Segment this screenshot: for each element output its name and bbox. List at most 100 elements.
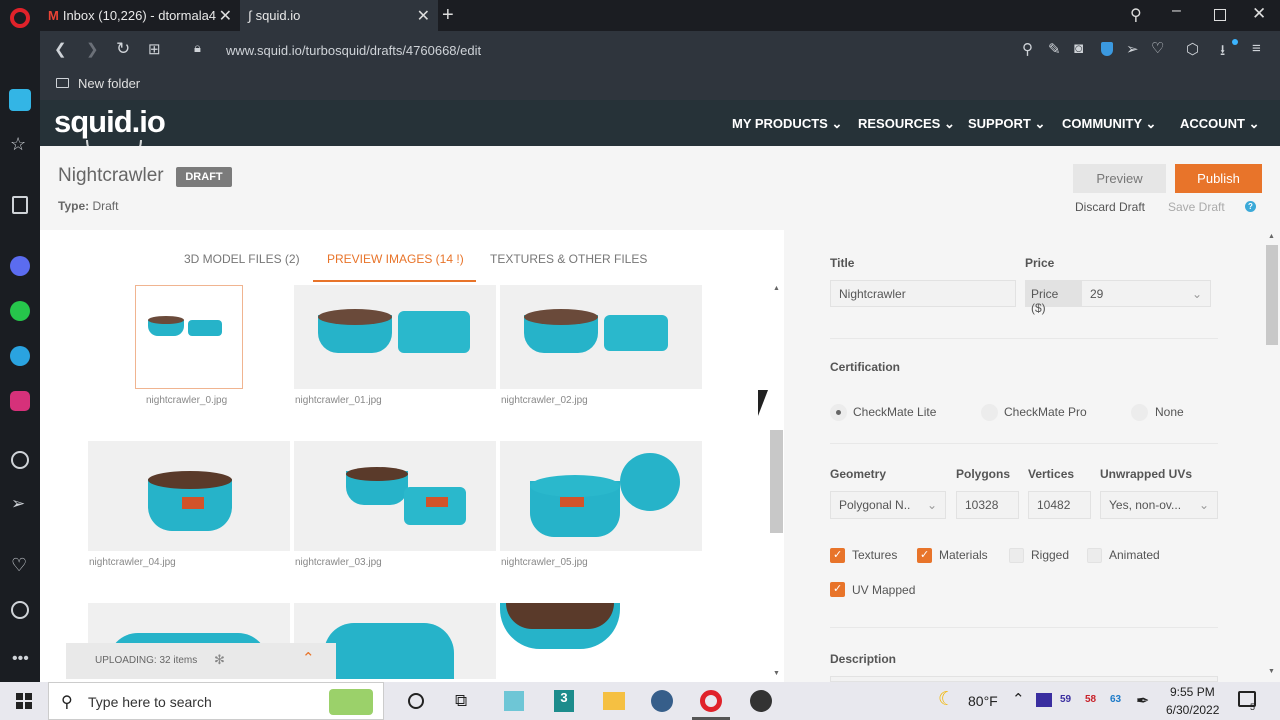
discard-draft-link[interactable]: Discard Draft bbox=[1075, 200, 1145, 214]
thumbnail[interactable] bbox=[88, 441, 290, 551]
title-input[interactable]: Nightcrawler bbox=[830, 280, 1016, 307]
nav-support[interactable]: SUPPORT ⌄ bbox=[968, 116, 1045, 132]
player-icon[interactable] bbox=[11, 451, 29, 469]
preview-button[interactable]: Preview bbox=[1073, 164, 1166, 193]
uploading-toast[interactable]: UPLOADING: 32 items ✻ ⌃ bbox=[66, 643, 336, 679]
app-photo-icon[interactable] bbox=[651, 690, 673, 712]
messenger-icon[interactable] bbox=[10, 256, 30, 276]
thumbnail[interactable] bbox=[294, 285, 496, 389]
thumbnail[interactable] bbox=[135, 285, 243, 389]
download-icon[interactable]: ⭳ bbox=[1220, 40, 1225, 65]
cortana-icon[interactable] bbox=[408, 693, 424, 709]
tab-gmail[interactable]: M Inbox (10,226) - dtormala4 ✕ bbox=[40, 0, 240, 31]
tab-preview-images[interactable]: PREVIEW IMAGES (14 !) bbox=[327, 252, 464, 266]
home-icon[interactable] bbox=[9, 89, 31, 111]
gmail-icon: M bbox=[48, 8, 59, 23]
radio-checkmate-pro[interactable] bbox=[981, 404, 998, 421]
task-view-icon[interactable]: ⧉ bbox=[455, 691, 467, 711]
thumbnail[interactable] bbox=[500, 285, 702, 389]
mouse-cursor-icon bbox=[758, 390, 768, 416]
weather-text[interactable]: 80°F bbox=[968, 693, 998, 709]
nav-community[interactable]: COMMUNITY ⌄ bbox=[1062, 116, 1156, 132]
app-3d-icon[interactable] bbox=[504, 691, 524, 711]
site-logo[interactable]: squid.io bbox=[54, 104, 166, 140]
opera-taskbar-icon[interactable] bbox=[700, 690, 722, 712]
thumbnail[interactable] bbox=[294, 441, 496, 551]
app-3dsmax-icon[interactable]: 3 bbox=[554, 690, 574, 712]
close-tab-icon[interactable]: ✕ bbox=[417, 6, 430, 26]
search-tabs-icon[interactable]: ⚲ bbox=[1130, 5, 1142, 25]
close-window-icon[interactable]: ✕ bbox=[1252, 4, 1266, 24]
tray-app-icon[interactable] bbox=[1036, 693, 1052, 707]
tab-textures[interactable]: TEXTURES & OTHER FILES bbox=[490, 252, 647, 266]
uvs-select[interactable]: Yes, non-ov... ⌄ bbox=[1100, 491, 1218, 519]
geometry-select[interactable]: Polygonal N.. ⌄ bbox=[830, 491, 946, 519]
scrollbar-thumb[interactable] bbox=[770, 430, 783, 533]
price-select[interactable]: 29 ⌄ bbox=[1081, 280, 1211, 307]
back-icon[interactable]: ❮ bbox=[54, 40, 67, 58]
file-explorer-icon[interactable] bbox=[603, 692, 625, 710]
thumbnail[interactable] bbox=[500, 441, 702, 551]
new-tab-icon[interactable]: + bbox=[442, 4, 454, 27]
shield-icon[interactable] bbox=[1101, 42, 1113, 56]
whatsapp-icon[interactable] bbox=[10, 301, 30, 321]
windows-start-icon[interactable] bbox=[16, 693, 32, 709]
camera-icon[interactable]: ◙ bbox=[1074, 40, 1083, 57]
heart-icon[interactable]: ♡ bbox=[11, 555, 27, 576]
checkbox-label: Rigged bbox=[1031, 548, 1070, 562]
materials-checkbox[interactable] bbox=[917, 548, 932, 563]
vertices-input[interactable]: 10482 bbox=[1028, 491, 1091, 519]
animated-checkbox[interactable] bbox=[1087, 548, 1102, 563]
edit-icon[interactable]: ✎ bbox=[1048, 40, 1061, 58]
thumbnail[interactable] bbox=[500, 603, 702, 679]
menu-icon[interactable]: ≡ bbox=[1252, 40, 1261, 57]
clock-date[interactable]: 6/30/2022 bbox=[1166, 703, 1219, 717]
nav-resources[interactable]: RESOURCES ⌄ bbox=[858, 116, 955, 132]
clock-time[interactable]: 9:55 PM bbox=[1170, 685, 1215, 699]
pen-icon[interactable]: ✒ bbox=[1136, 691, 1149, 711]
more-icon[interactable]: ••• bbox=[12, 650, 29, 668]
nav-account[interactable]: ACCOUNT ⌄ bbox=[1180, 116, 1260, 132]
reload-icon[interactable]: ↻ bbox=[116, 39, 130, 59]
nav-my-products[interactable]: MY PRODUCTS ⌄ bbox=[732, 116, 842, 132]
instagram-icon[interactable] bbox=[10, 391, 30, 411]
polygons-input[interactable]: 10328 bbox=[956, 491, 1019, 519]
bag-icon[interactable] bbox=[12, 196, 28, 214]
price-value: 29 bbox=[1090, 287, 1104, 301]
save-draft-link[interactable]: Save Draft bbox=[1168, 200, 1225, 214]
close-tab-icon[interactable]: ✕ bbox=[219, 6, 232, 26]
taskbar-search-box[interactable]: ⚲ Type here to search bbox=[48, 682, 384, 720]
opera-logo-icon[interactable] bbox=[10, 8, 30, 28]
page-scrollbar-up-icon[interactable]: ▲ bbox=[1268, 233, 1275, 240]
search-page-icon[interactable]: ⚲ bbox=[1022, 40, 1033, 58]
page-scrollbar-thumb[interactable] bbox=[1266, 245, 1278, 345]
tabs-grid-icon[interactable]: ⊞ bbox=[148, 40, 161, 58]
page-scrollbar-down-icon[interactable]: ▼ bbox=[1268, 668, 1275, 675]
rigged-checkbox[interactable] bbox=[1009, 548, 1024, 563]
url-field[interactable]: www.squid.io/turbosquid/drafts/4760668/e… bbox=[226, 43, 481, 58]
telegram-icon[interactable] bbox=[10, 346, 30, 366]
chevron-up-icon[interactable]: ⌃ bbox=[302, 649, 315, 667]
box-icon[interactable]: ⬡ bbox=[1186, 40, 1199, 58]
help-icon[interactable]: ? bbox=[1245, 201, 1256, 212]
tab-3d-model-files[interactable]: 3D MODEL FILES (2) bbox=[184, 252, 300, 266]
textures-checkbox[interactable] bbox=[830, 548, 845, 563]
share-icon[interactable]: ➢ bbox=[1126, 40, 1139, 58]
tab-squid[interactable]: ∫ squid.io ✕ bbox=[240, 0, 438, 31]
tray-chevron-icon[interactable]: ⌃ bbox=[1012, 690, 1025, 708]
heart-icon[interactable]: ♡ bbox=[1151, 39, 1164, 57]
history-icon[interactable] bbox=[11, 601, 29, 619]
minimize-icon[interactable]: – bbox=[1172, 2, 1181, 20]
maximize-icon[interactable] bbox=[1214, 9, 1226, 21]
uv-mapped-checkbox[interactable] bbox=[830, 582, 845, 597]
forward-icon[interactable]: ❯ bbox=[86, 40, 99, 58]
obs-icon[interactable] bbox=[750, 690, 772, 712]
bookmark-new-folder[interactable]: New folder bbox=[78, 76, 140, 91]
send-icon[interactable]: ➢ bbox=[11, 494, 25, 514]
star-icon[interactable]: ☆ bbox=[10, 134, 26, 155]
publish-button[interactable]: Publish bbox=[1175, 164, 1262, 193]
radio-checkmate-lite[interactable] bbox=[830, 404, 847, 421]
scrollbar-up-icon[interactable]: ▲ bbox=[773, 285, 780, 292]
scrollbar-down-icon[interactable]: ▼ bbox=[773, 670, 780, 677]
radio-none[interactable] bbox=[1131, 404, 1148, 421]
